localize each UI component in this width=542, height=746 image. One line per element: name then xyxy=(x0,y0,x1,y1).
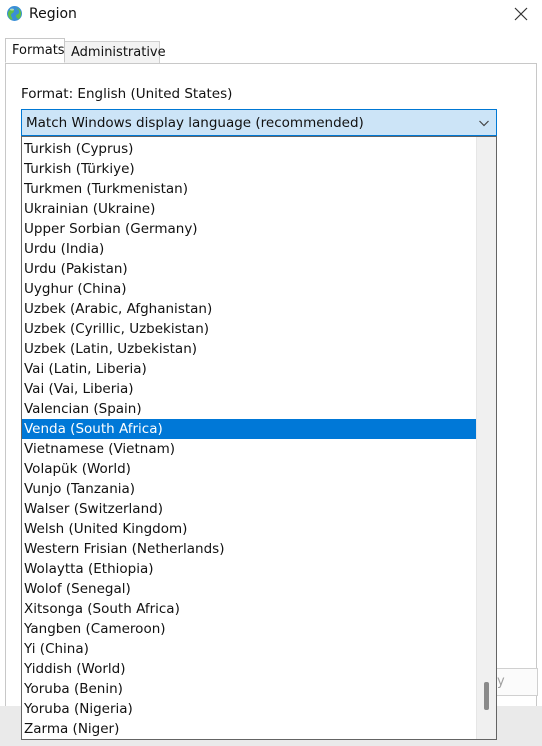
list-item[interactable]: Uzbek (Arabic, Afghanistan) xyxy=(22,299,476,319)
list-item[interactable]: Vai (Vai, Liberia) xyxy=(22,379,476,399)
apply-button[interactable]: y xyxy=(490,668,538,696)
list-item[interactable]: Vunjo (Tanzania) xyxy=(22,479,476,499)
tab-bar: Formats Administrative xyxy=(0,38,542,64)
list-item[interactable]: Upper Sorbian (Germany) xyxy=(22,219,476,239)
list-item[interactable]: Walser (Switzerland) xyxy=(22,499,476,519)
list-item[interactable]: Vietnamese (Vietnam) xyxy=(22,439,476,459)
format-dropdown-list[interactable]: Turkish (Cyprus) Turkish (Türkiye) Turkmen… xyxy=(21,136,497,740)
window-title: Region xyxy=(29,6,77,22)
list-item[interactable]: Ukrainian (Ukraine) xyxy=(22,199,476,219)
list-item[interactable]: Wolaytta (Ethiopia) xyxy=(22,559,476,579)
list-item[interactable]: Venda (South Africa) xyxy=(22,419,476,439)
dropdown-options: Turkish (Cyprus) Turkish (Türkiye) Turkmen… xyxy=(22,139,476,739)
list-item[interactable]: Turkmen (Turkmenistan) xyxy=(22,179,476,199)
list-item[interactable]: Urdu (Pakistan) xyxy=(22,259,476,279)
list-item[interactable]: Western Frisian (Netherlands) xyxy=(22,539,476,559)
chevron-down-icon xyxy=(479,120,489,127)
close-button[interactable] xyxy=(504,2,538,26)
list-item[interactable]: Yoruba (Benin) xyxy=(22,679,476,699)
title-bar: Region xyxy=(0,0,542,30)
list-item[interactable]: Welsh (United Kingdom) xyxy=(22,519,476,539)
list-item[interactable]: Uzbek (Latin, Uzbekistan) xyxy=(22,339,476,359)
list-item[interactable]: Yangben (Cameroon) xyxy=(22,619,476,639)
list-item[interactable]: Valencian (Spain) xyxy=(22,399,476,419)
format-combobox-value: Match Windows display language (recommen… xyxy=(26,115,364,131)
list-item[interactable]: Vai (Latin, Liberia) xyxy=(22,359,476,379)
list-item[interactable]: Yi (China) xyxy=(22,639,476,659)
close-icon xyxy=(514,7,528,21)
tab-formats[interactable]: Formats xyxy=(5,38,65,63)
list-item[interactable]: Xitsonga (South Africa) xyxy=(22,599,476,619)
format-combobox[interactable]: Match Windows display language (recommen… xyxy=(21,109,497,136)
list-item[interactable]: Urdu (India) xyxy=(22,239,476,259)
list-item[interactable]: Turkish (Cyprus) xyxy=(22,139,476,159)
list-item[interactable]: Volapük (World) xyxy=(22,459,476,479)
list-item[interactable]: Yoruba (Nigeria) xyxy=(22,699,476,719)
scrollbar[interactable] xyxy=(476,137,496,739)
list-item[interactable]: Turkish (Türkiye) xyxy=(22,159,476,179)
list-item[interactable]: Uzbek (Cyrillic, Uzbekistan) xyxy=(22,319,476,339)
list-item[interactable]: Yiddish (World) xyxy=(22,659,476,679)
globe-icon xyxy=(7,6,22,21)
format-label: Format: English (United States) xyxy=(21,86,233,102)
list-item[interactable]: Zarma (Niger) xyxy=(22,719,476,739)
list-item[interactable]: Wolof (Senegal) xyxy=(22,579,476,599)
region-window: Region Formats Administrative Format: En… xyxy=(0,0,542,746)
list-item[interactable]: Uyghur (China) xyxy=(22,279,476,299)
scrollbar-thumb[interactable] xyxy=(484,682,489,710)
tab-administrative[interactable]: Administrative xyxy=(65,41,166,63)
